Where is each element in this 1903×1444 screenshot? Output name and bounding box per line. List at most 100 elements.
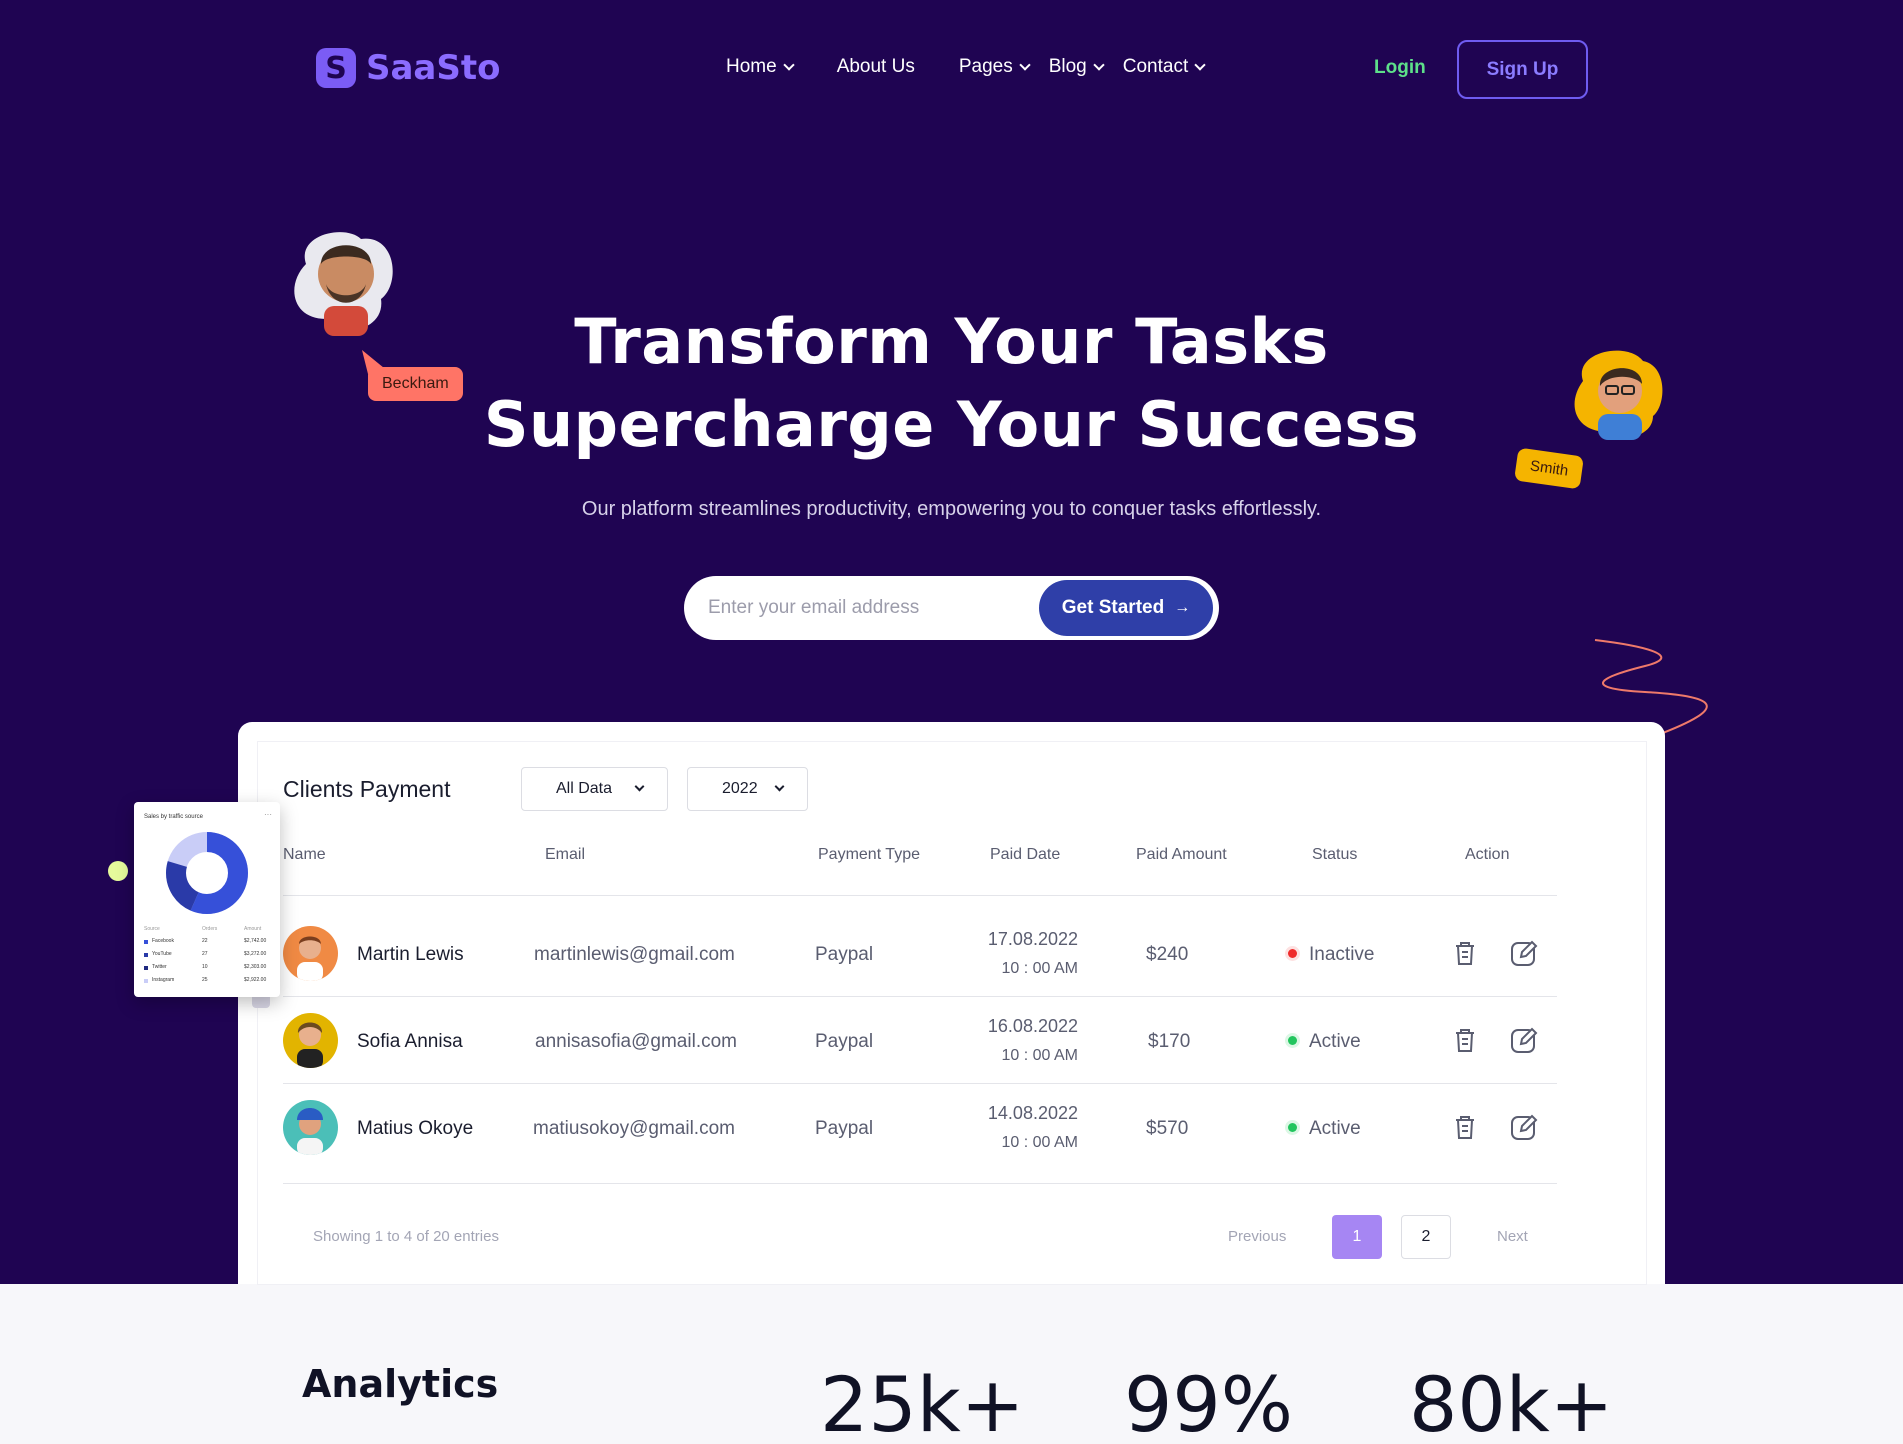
column-header-email: Email (545, 846, 586, 863)
trash-icon[interactable] (1450, 1025, 1480, 1055)
payment-type: Paypal (815, 944, 874, 965)
edit-icon[interactable] (1509, 1112, 1539, 1142)
edit-icon[interactable] (1509, 1025, 1539, 1055)
brand-name: SaaSto (366, 48, 501, 88)
status-dot (1288, 1123, 1297, 1132)
pagination-page-2[interactable]: 2 (1401, 1215, 1451, 1259)
mini-card-title: Sales by traffic source (144, 814, 203, 820)
stat-value: 99% (1124, 1360, 1293, 1444)
chevron-down-icon (774, 781, 785, 792)
email-input[interactable] (708, 590, 1008, 626)
pagination-previous[interactable]: Previous (1228, 1228, 1286, 1245)
legend-swatch (144, 966, 148, 970)
mini-source: Facebook (152, 938, 174, 944)
stat-value: 25k+ (820, 1360, 1025, 1444)
main-nav: Home About Us Pages Blog Contact (726, 56, 1248, 78)
client-name: Martin Lewis (357, 944, 464, 965)
column-header-paid-date: Paid Date (990, 846, 1061, 863)
trash-icon[interactable] (1450, 938, 1480, 968)
nav-item-blog[interactable]: Blog (1049, 56, 1105, 78)
nav-item-home[interactable]: Home (726, 56, 795, 78)
nav-item-pages[interactable]: Pages (959, 56, 1031, 78)
signup-button[interactable]: Sign Up (1457, 40, 1588, 99)
paid-date: 14.08.2022 (987, 1103, 1078, 1123)
mini-header-source: Source (144, 926, 160, 932)
row-divider (283, 996, 1557, 997)
legend-swatch (144, 953, 148, 957)
avatar (283, 1100, 338, 1155)
pagination-page-1[interactable]: 1 (1332, 1215, 1382, 1259)
chevron-down-icon (1019, 58, 1031, 71)
chevron-down-icon (783, 58, 795, 71)
dashboard-title: Clients Payment (283, 776, 451, 802)
row-divider (283, 1083, 1557, 1084)
paid-amount: $570 (1146, 1118, 1189, 1139)
mini-orders: 10 (202, 964, 208, 970)
pagination-next[interactable]: Next (1497, 1228, 1528, 1245)
login-link[interactable]: Login (1374, 57, 1426, 79)
mini-orders: 22 (202, 938, 208, 944)
paid-amount: $170 (1148, 1031, 1191, 1052)
paid-amount: $240 (1146, 944, 1189, 965)
legend-swatch (144, 979, 148, 983)
stat-value: 80k+ (1409, 1360, 1614, 1444)
status-dot (1288, 949, 1297, 958)
donut-chart (166, 832, 248, 914)
hero-subtitle: Our platform streamlines productivity, e… (581, 498, 1322, 520)
chevron-down-icon (1194, 58, 1206, 71)
analytics-title: Analytics (302, 1362, 499, 1406)
status-dot (1288, 1036, 1297, 1045)
paid-time: 10 : 00 AM (1001, 1047, 1079, 1064)
mini-header-orders: Orders (202, 926, 218, 932)
mini-header-amount: Amount (244, 926, 262, 932)
chevron-down-icon (1093, 58, 1105, 71)
client-name: Sofia Annisa (357, 1031, 463, 1052)
paid-date: 16.08.2022 (987, 1016, 1078, 1036)
hero-title-line2: Supercharge Your Success (483, 388, 1420, 461)
hero-title-line1: Transform Your Tasks (574, 305, 1329, 378)
table-divider (283, 895, 1557, 896)
trash-icon[interactable] (1450, 1112, 1480, 1142)
nav-item-contact[interactable]: Contact (1123, 56, 1206, 78)
mini-amount: $2,922.00 (244, 977, 267, 983)
avatar (283, 926, 338, 981)
row-divider (283, 1183, 1557, 1184)
edit-icon[interactable] (1509, 938, 1539, 968)
get-started-button[interactable]: Get Started → (1039, 580, 1213, 636)
mini-amount: $2,303.00 (244, 964, 267, 970)
entries-summary: Showing 1 to 4 of 20 entries (313, 1228, 499, 1245)
nav-item-about[interactable]: About Us (837, 56, 915, 78)
avatar (283, 1013, 338, 1068)
payment-type: Paypal (815, 1031, 874, 1052)
mini-orders: 27 (202, 951, 208, 957)
brand-logo[interactable]: S SaaSto (316, 48, 500, 88)
payment-type: Paypal (815, 1118, 874, 1139)
mini-amount: $2,742.00 (244, 938, 267, 944)
traffic-source-card: Sales by traffic source ··· Source Order… (134, 802, 280, 997)
logo-mark-icon: S (316, 48, 356, 88)
column-header-paid-amount: Paid Amount (1136, 846, 1227, 863)
mini-source: YouTube (152, 951, 172, 957)
decor-dot (108, 861, 128, 881)
column-header-payment-type: Payment Type (818, 846, 920, 863)
client-email: martinlewis@gmail.com (534, 944, 735, 965)
paid-date: 17.08.2022 (987, 929, 1078, 949)
column-header-action: Action (1465, 846, 1510, 863)
status-text: Active (1309, 1031, 1361, 1052)
mini-orders: 25 (202, 977, 208, 983)
client-name: Matius Okoye (357, 1118, 474, 1139)
mini-source: Instagram (152, 977, 175, 983)
arrow-right-icon: → (1174, 599, 1191, 616)
mini-source: Twitter (152, 964, 167, 970)
paid-time: 10 : 00 AM (1001, 960, 1079, 977)
more-icon[interactable]: ··· (264, 810, 272, 819)
legend-swatch (144, 940, 148, 944)
filter-data-select[interactable]: All Data (521, 767, 668, 811)
dashboard-panel (258, 742, 1646, 1284)
column-header-name: Name (283, 846, 326, 863)
column-header-status: Status (1312, 846, 1358, 863)
chevron-down-icon (634, 781, 645, 792)
paid-time: 10 : 00 AM (1001, 1134, 1079, 1151)
client-email: matiusokoy@gmail.com (533, 1118, 735, 1139)
filter-year-select[interactable]: 2022 (687, 767, 808, 811)
